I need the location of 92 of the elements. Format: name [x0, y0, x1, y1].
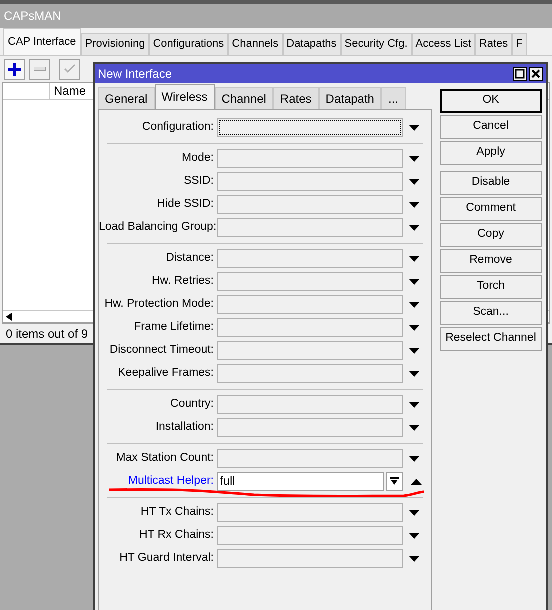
- tab[interactable]: Wireless: [154, 84, 215, 109]
- tab[interactable]: Provisioning: [81, 33, 150, 55]
- column-header[interactable]: Name: [50, 83, 90, 99]
- dropdown-field[interactable]: [217, 295, 403, 314]
- dialog-button[interactable]: OK: [440, 89, 542, 113]
- expand-arrow-icon[interactable]: [409, 456, 420, 462]
- dialog-button[interactable]: Reselect Channel: [440, 327, 542, 351]
- field-label: HT Rx Chains:: [138, 528, 215, 543]
- dialog-button[interactable]: Comment: [440, 197, 542, 221]
- field-label: Load Balancing Group:: [99, 220, 217, 235]
- field-label: Configuration:: [141, 120, 215, 135]
- tab[interactable]: Rates: [273, 87, 319, 109]
- dropdown-field[interactable]: [217, 549, 403, 568]
- expand-arrow-icon[interactable]: [409, 370, 420, 376]
- tab[interactable]: Security Cfg.: [340, 33, 412, 55]
- dropdown-field[interactable]: [217, 249, 403, 268]
- expand-arrow-icon[interactable]: [409, 402, 420, 408]
- dialog-button[interactable]: Cancel: [440, 115, 542, 139]
- close-icon[interactable]: [529, 66, 543, 80]
- dropdown-field[interactable]: [217, 418, 403, 437]
- expand-arrow-icon[interactable]: [409, 156, 420, 162]
- dropdown-field[interactable]: [217, 341, 403, 360]
- expand-arrow-icon[interactable]: [409, 178, 420, 184]
- field-label: Multicast Helper:: [127, 474, 215, 489]
- expand-arrow-icon[interactable]: [409, 556, 420, 562]
- dialog-title: New Interface: [98, 66, 172, 82]
- expand-arrow-icon[interactable]: [409, 124, 420, 130]
- expand-arrow-icon[interactable]: [409, 202, 420, 208]
- field-label: Keepalive Frames:: [117, 366, 215, 381]
- dialog-button[interactable]: Disable: [440, 171, 542, 195]
- dropdown-field[interactable]: [217, 526, 403, 545]
- minus-icon: [34, 67, 46, 71]
- status-text: 0 items out of 9: [6, 326, 88, 342]
- add-button[interactable]: [4, 58, 25, 80]
- expand-arrow-icon[interactable]: [409, 278, 420, 284]
- tab[interactable]: Access List: [412, 33, 476, 55]
- dropdown-field[interactable]: [217, 449, 403, 468]
- scroll-left-icon[interactable]: [5, 312, 13, 320]
- plus-icon: [8, 62, 21, 76]
- dialog-button[interactable]: Copy: [440, 223, 542, 247]
- dialog-button[interactable]: Apply: [440, 141, 542, 165]
- tab[interactable]: F: [512, 33, 527, 55]
- expand-arrow-icon[interactable]: [409, 532, 420, 538]
- dropdown-button[interactable]: [386, 472, 403, 491]
- expand-arrow-icon[interactable]: [409, 224, 420, 230]
- dropdown-field[interactable]: [217, 364, 403, 383]
- field-label: Distance:: [165, 250, 215, 266]
- dropdown-field[interactable]: [217, 149, 403, 168]
- expand-arrow-icon[interactable]: [409, 510, 420, 516]
- check-icon: [64, 64, 76, 74]
- dropdown-field[interactable]: [217, 272, 403, 291]
- window-title: CAPsMAN: [4, 8, 62, 25]
- expand-arrow-icon[interactable]: [409, 348, 420, 354]
- field-label: Hw. Retries:: [151, 274, 215, 289]
- field-label: Frame Lifetime:: [133, 320, 215, 335]
- dialog-button[interactable]: Scan...: [440, 301, 542, 325]
- field-label: SSID:: [182, 174, 215, 189]
- expand-arrow-icon[interactable]: [409, 324, 420, 330]
- tab[interactable]: Datapath: [318, 87, 382, 109]
- tab[interactable]: Channel: [214, 87, 274, 109]
- tab[interactable]: Rates: [475, 33, 512, 55]
- dialog-button[interactable]: Remove: [440, 249, 542, 273]
- field-label: Hw. Protection Mode:: [104, 296, 215, 312]
- field-label: Mode:: [181, 150, 215, 166]
- dialog-button[interactable]: Torch: [440, 275, 542, 299]
- dropdown-field[interactable]: [217, 118, 403, 137]
- dropdown-field[interactable]: [217, 172, 403, 191]
- expand-arrow-icon[interactable]: [409, 302, 420, 308]
- field-label: HT Tx Chains:: [140, 504, 215, 520]
- caret-down-icon: [390, 477, 399, 486]
- expand-arrow-icon[interactable]: [409, 424, 420, 430]
- dropdown-field[interactable]: [217, 395, 403, 414]
- tab[interactable]: Configurations: [149, 33, 228, 55]
- dropdown-field[interactable]: [217, 195, 403, 214]
- maximize-icon[interactable]: [513, 66, 527, 80]
- dropdown-field[interactable]: [217, 218, 403, 237]
- dropdown-field[interactable]: [217, 318, 403, 337]
- collapse-arrow-icon[interactable]: [411, 478, 422, 484]
- field-label: Country:: [170, 396, 215, 412]
- field-label: Max Station Count:: [115, 450, 215, 466]
- field-label: Hide SSID:: [156, 196, 215, 212]
- tab[interactable]: Datapaths: [282, 33, 341, 55]
- dropdown-field[interactable]: full: [217, 472, 384, 491]
- dropdown-field[interactable]: [217, 503, 403, 522]
- field-label: Disconnect Timeout:: [108, 342, 215, 358]
- expand-arrow-icon[interactable]: [409, 256, 420, 262]
- tab[interactable]: ...: [381, 87, 406, 109]
- tab[interactable]: Channels: [228, 33, 283, 55]
- tab[interactable]: General: [98, 87, 155, 109]
- tab[interactable]: CAP Interface: [3, 28, 82, 55]
- field-label: HT Guard Interval:: [118, 550, 215, 566]
- field-label: Installation:: [154, 420, 215, 435]
